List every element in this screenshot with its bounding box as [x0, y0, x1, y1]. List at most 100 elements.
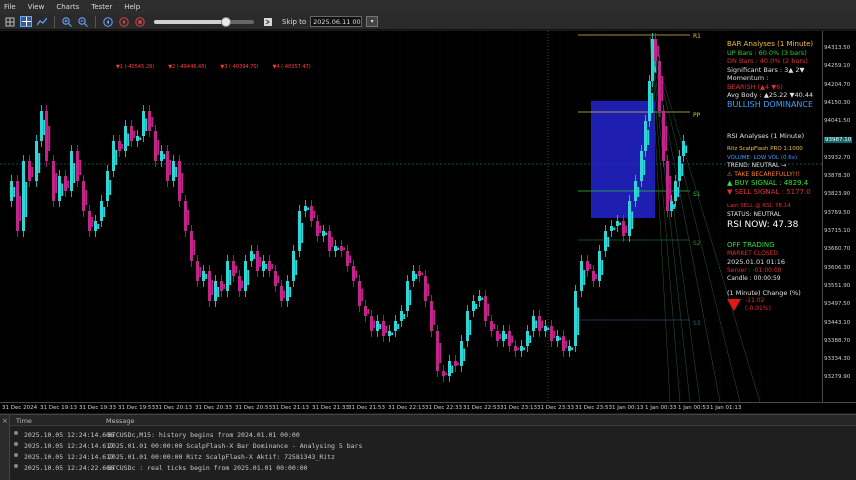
level-label: ▼2 (-40446.45) — [168, 64, 207, 70]
bear-candle — [121, 144, 124, 149]
skip-to-icon[interactable] — [262, 16, 274, 27]
log-message: 2025.01.01 00:00:00 ScalpFlash-X Bar Dom… — [108, 442, 363, 450]
skip-to-date-input[interactable] — [310, 16, 363, 27]
bull-candle — [217, 287, 220, 297]
bear-candle — [45, 111, 48, 161]
bull-candle — [415, 274, 418, 279]
line-chart-icon[interactable] — [36, 16, 48, 27]
bear-candle — [430, 301, 433, 331]
bull-candle — [163, 154, 166, 159]
bull-candle — [379, 324, 382, 329]
bear-candle — [654, 39, 657, 61]
bull-candle — [478, 296, 481, 301]
bull-candle — [532, 316, 535, 331]
bear-candle — [241, 280, 244, 288]
off-trading-text: OFF TRADING — [727, 241, 775, 249]
time-tick-label: 31 Dec 22:53 — [463, 405, 500, 411]
bear-candle — [28, 161, 31, 181]
bear-candle — [352, 266, 355, 281]
step-back-icon[interactable] — [102, 16, 114, 27]
bull-candle — [472, 301, 475, 311]
candle-timer-text: Candle : 00:00:59 — [727, 275, 781, 282]
bear-candle — [316, 221, 319, 236]
calendar-icon[interactable]: ▾ — [366, 16, 379, 27]
bull-candle — [124, 126, 127, 151]
last-sell-text: Last SELL @ RSI: 78.14 — [727, 203, 791, 209]
bear-candle — [151, 117, 154, 127]
bull-candle — [22, 161, 25, 231]
price-chart[interactable]: ▼1 (-40545.28) ▼2 (-40446.45) ▼3 (-40394… — [0, 31, 822, 403]
pivot-s2-label: S2 — [693, 240, 701, 247]
zoom-out-icon[interactable] — [77, 16, 89, 27]
speed-slider[interactable] — [154, 16, 254, 27]
bear-candle — [79, 160, 82, 175]
bear-candle — [382, 321, 385, 336]
speed-slider-knob[interactable] — [221, 16, 231, 27]
time-tick-label: 31 Dec 20:13 — [155, 405, 192, 411]
log-row[interactable]: 2025.10.05 12:24:14.606 BTCUSDc,M15: his… — [10, 430, 856, 440]
play-icon[interactable] — [118, 16, 130, 27]
bear-candle — [235, 265, 238, 273]
column-message[interactable]: Message — [106, 417, 135, 425]
bull-candle — [262, 261, 265, 271]
time-tick-label: 31 Dec 2024 — [2, 405, 38, 411]
menu-tester[interactable]: Tester — [91, 3, 112, 11]
bull-candle — [94, 221, 97, 231]
bull-candle — [322, 231, 325, 236]
bear-candle — [187, 210, 190, 225]
bull-candle — [526, 331, 529, 346]
grid-icon[interactable] — [4, 16, 16, 27]
bull-candle — [583, 270, 586, 285]
bull-candle — [301, 223, 304, 243]
bear-candle — [562, 336, 565, 351]
ritz-pro-text: Ritz ScalpFlash PRO 1:1000 — [727, 146, 803, 152]
trend-text: TREND: NEUTRAL → — [727, 162, 787, 169]
crosshair-icon[interactable] — [20, 16, 32, 27]
bull-candle — [674, 181, 677, 201]
bear-candle — [193, 240, 196, 255]
column-time[interactable]: Time — [16, 417, 32, 425]
bull-candle — [523, 347, 526, 350]
bear-candle — [343, 247, 346, 250]
volume-text: VOLUME: LOW VOL (0.6x) — [727, 154, 798, 161]
log-row[interactable]: 2025.10.05 12:24:14.617 2025.01.01 00:00… — [10, 441, 856, 451]
chart-canvas[interactable] — [0, 31, 822, 403]
log-row[interactable]: 2025.10.05 12:24:14.617 2025.01.01 00:00… — [10, 452, 856, 462]
bear-candle — [433, 310, 436, 325]
log-row[interactable]: 2025.10.05 12:24:22.666 BTCUSDc : real t… — [10, 463, 856, 473]
bear-candle — [622, 221, 625, 236]
price-tick-label: 94259.10 — [824, 63, 851, 70]
menu-file[interactable]: File — [4, 3, 16, 11]
bear-candle — [496, 331, 499, 341]
log-time: 2025.10.05 12:24:14.617 — [24, 442, 115, 450]
stop-icon[interactable] — [134, 16, 146, 27]
time-axis[interactable]: 31 Dec 2024 31 Dec 19:13 31 Dec 19:33 31 De… — [0, 402, 856, 413]
bull-candle — [172, 161, 175, 181]
bull-candle — [394, 321, 397, 331]
bull-candle — [58, 176, 61, 201]
menu-view[interactable]: View — [28, 3, 45, 11]
bull-candle — [544, 326, 547, 331]
bull-candle — [685, 145, 688, 153]
bear-candle — [625, 225, 628, 233]
bear-candle — [669, 176, 672, 201]
bull-candle — [109, 180, 112, 195]
bear-candle — [76, 151, 79, 181]
close-icon[interactable]: × — [2, 417, 8, 425]
bear-candle — [427, 283, 430, 296]
price-axis[interactable]: 94313.50 94259.10 94204.70 94150.30 94041.50… — [822, 31, 856, 402]
bull-candle — [142, 111, 145, 136]
zoom-in-icon[interactable] — [61, 16, 73, 27]
bull-candle — [307, 207, 310, 210]
log-bullet-icon — [14, 442, 18, 446]
bear-candle — [442, 371, 445, 376]
price-tick-label: 93715.10 — [824, 228, 851, 234]
bull-candle — [298, 211, 301, 251]
bull-candle — [535, 320, 538, 328]
bull-candle — [73, 163, 76, 183]
fan-line — [649, 36, 701, 403]
bull-candle — [647, 130, 650, 145]
menu-charts[interactable]: Charts — [56, 3, 79, 11]
menu-help[interactable]: Help — [124, 3, 140, 11]
pivot-s1-label: S1 — [693, 191, 701, 198]
